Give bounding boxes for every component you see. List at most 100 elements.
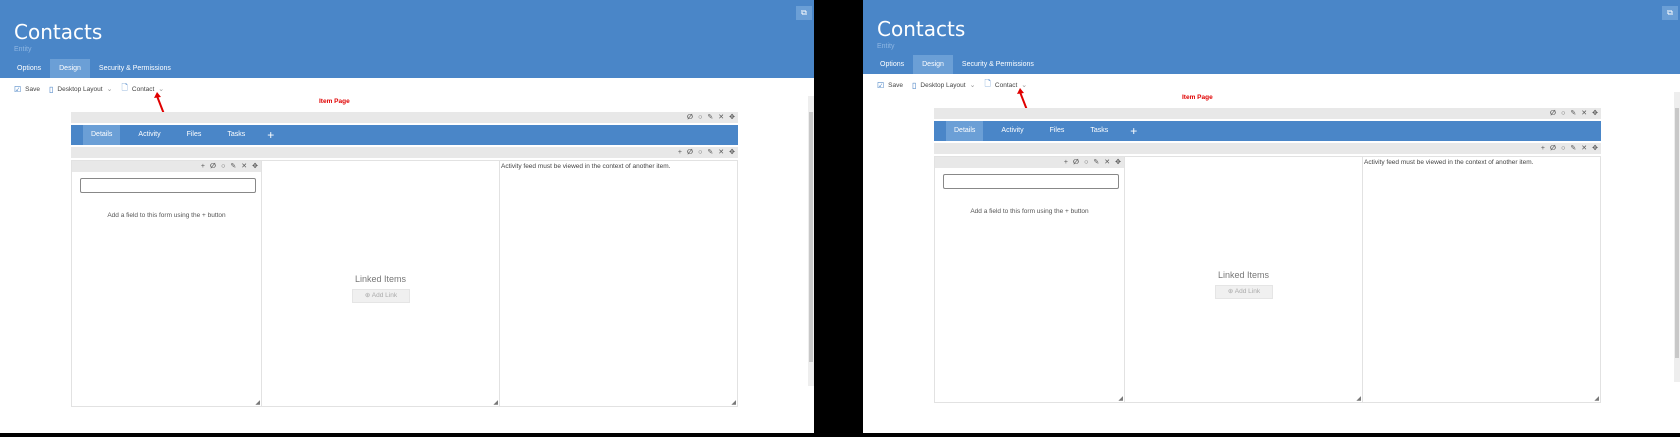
- eye-off-icon[interactable]: ⵁ: [210, 161, 216, 172]
- add-circle-icon: ⊕: [1227, 288, 1235, 295]
- form-column: + ⵁ ○ ✎ ✕ ✥ Add a field to this form using th…: [71, 160, 262, 407]
- save-label: Save: [25, 85, 40, 93]
- pencil-icon[interactable]: ✎: [707, 112, 713, 123]
- move-icon[interactable]: ✥: [1115, 157, 1121, 168]
- tab-design[interactable]: Design: [50, 59, 90, 78]
- vertical-scrollbar[interactable]: [1674, 92, 1680, 382]
- activity-column: Activity feed must be viewed in the cont…: [499, 160, 738, 407]
- tab-security[interactable]: Security & Permissions: [953, 55, 1043, 74]
- scrollbar-thumb[interactable]: [1675, 108, 1679, 358]
- eye-off-icon[interactable]: ⵁ: [1550, 143, 1556, 154]
- chevron-down-icon: ⌄: [106, 86, 113, 93]
- edit-window-icon[interactable]: ⧉: [796, 6, 812, 20]
- layout-label: Desktop Layout: [920, 81, 966, 89]
- circle-icon[interactable]: ○: [1561, 108, 1565, 119]
- designer-tab-details[interactable]: Details: [946, 121, 984, 141]
- resize-handle-icon[interactable]: ◢: [1118, 395, 1123, 402]
- designer-tabstrip: Details Activity Files Tasks +: [71, 125, 738, 145]
- resize-handle-icon[interactable]: ◢: [255, 399, 260, 406]
- save-button[interactable]: ☑ Save: [877, 81, 903, 90]
- close-icon[interactable]: ✕: [241, 161, 247, 172]
- pencil-icon[interactable]: ✎: [1570, 108, 1576, 119]
- close-icon[interactable]: ✕: [718, 147, 724, 158]
- circle-icon[interactable]: ○: [698, 147, 702, 158]
- resize-handle-icon[interactable]: ◢: [1356, 395, 1361, 402]
- add-field-hint: Add a field to this form using the + but…: [970, 208, 1089, 215]
- tab-options[interactable]: Options: [871, 55, 913, 74]
- activity-column: Activity feed must be viewed in the cont…: [1362, 156, 1601, 403]
- eye-off-icon[interactable]: ⵁ: [1550, 108, 1556, 119]
- tab-design[interactable]: Design: [913, 55, 953, 74]
- scrollbar-thumb[interactable]: [809, 112, 813, 362]
- eye-off-icon[interactable]: ⵁ: [687, 147, 693, 158]
- resize-handle-icon[interactable]: ◢: [731, 399, 736, 406]
- close-icon[interactable]: ✕: [1581, 143, 1587, 154]
- close-icon[interactable]: ✕: [1581, 108, 1587, 119]
- designer-tab-activity[interactable]: Activity: [130, 125, 168, 145]
- form-field-placeholder[interactable]: [943, 174, 1119, 189]
- designer-tab-files[interactable]: Files: [1042, 121, 1073, 141]
- control-icons: + ⵁ ○ ✎ ✕ ✥: [1541, 143, 1598, 154]
- designer-tab-activity[interactable]: Activity: [993, 121, 1031, 141]
- control-icons: + ⵁ ○ ✎ ✕ ✥: [201, 161, 258, 172]
- plus-icon[interactable]: +: [678, 147, 682, 158]
- page-title: Contacts: [14, 20, 103, 44]
- designer-tab-tasks[interactable]: Tasks: [1082, 121, 1116, 141]
- toolbar: ☑ Save ▯ Desktop Layout ⌄ 🗋 Contact ⌄: [877, 78, 1036, 92]
- circle-icon[interactable]: ○: [698, 112, 702, 123]
- move-icon[interactable]: ✥: [1592, 108, 1598, 119]
- form-field-placeholder[interactable]: [80, 178, 256, 193]
- add-field-hint: Add a field to this form using the + but…: [107, 212, 226, 219]
- eye-off-icon[interactable]: ⵁ: [687, 112, 693, 123]
- plus-icon[interactable]: +: [1541, 143, 1545, 154]
- circle-icon[interactable]: ○: [221, 161, 225, 172]
- add-tab-icon[interactable]: +: [267, 128, 274, 142]
- save-button[interactable]: ☑ Save: [14, 85, 40, 94]
- tab-security[interactable]: Security & Permissions: [90, 59, 180, 78]
- designer-tab-tasks[interactable]: Tasks: [219, 125, 253, 145]
- form-designer: ⵁ ○ ✎ ✕ ✥ Details Activity Files Tasks + + ⵁ ○ ✎ ✕ ✥ …: [71, 112, 738, 408]
- resize-handle-icon[interactable]: ◢: [1594, 395, 1599, 402]
- add-link-label: Add Link: [1234, 288, 1261, 295]
- layout-dropdown[interactable]: ▯ Desktop Layout ⌄: [912, 81, 975, 90]
- linked-items-title: Linked Items: [1217, 270, 1270, 280]
- designer-tab-files[interactable]: Files: [179, 125, 210, 145]
- app-header: Contacts Entity Options Design Security & …: [863, 0, 1680, 74]
- linked-items-title: Linked Items: [354, 274, 407, 284]
- eye-off-icon[interactable]: ⵁ: [1073, 157, 1079, 168]
- move-icon[interactable]: ✥: [1592, 143, 1598, 154]
- tab-options[interactable]: Options: [8, 59, 50, 78]
- pencil-icon[interactable]: ✎: [1093, 157, 1099, 168]
- layout-dropdown[interactable]: ▯ Desktop Layout ⌄: [49, 85, 112, 94]
- field-control-bar: + ⵁ ○ ✎ ✕ ✥: [72, 161, 261, 172]
- plus-icon[interactable]: +: [1064, 157, 1068, 168]
- add-link-label: Add Link: [371, 292, 398, 299]
- move-icon[interactable]: ✥: [729, 147, 735, 158]
- close-icon[interactable]: ✕: [718, 112, 724, 123]
- designer-tab-details[interactable]: Details: [83, 125, 121, 145]
- add-tab-icon[interactable]: +: [1130, 124, 1137, 138]
- pencil-icon[interactable]: ✎: [707, 147, 713, 158]
- tabs-control-bar: ⵁ ○ ✎ ✕ ✥: [71, 112, 738, 123]
- section-control-bar: + ⵁ ○ ✎ ✕ ✥: [934, 143, 1601, 154]
- circle-icon[interactable]: ○: [1561, 143, 1565, 154]
- edit-window-icon[interactable]: ⧉: [1662, 6, 1678, 20]
- save-icon: ☑: [14, 84, 22, 94]
- add-circle-icon: ⊕: [364, 292, 372, 299]
- layout-icon: ▯: [912, 80, 917, 90]
- circle-icon[interactable]: ○: [1084, 157, 1088, 168]
- add-link-button[interactable]: ⊕ Add Link: [352, 289, 410, 303]
- resize-handle-icon[interactable]: ◢: [493, 399, 498, 406]
- plus-icon[interactable]: +: [201, 161, 205, 172]
- layout-icon: ▯: [49, 84, 54, 94]
- linked-items-column: Linked Items ⊕ Add Link ◢: [261, 160, 500, 407]
- move-icon[interactable]: ✥: [252, 161, 258, 172]
- save-icon: ☑: [877, 80, 885, 90]
- vertical-scrollbar[interactable]: [808, 96, 814, 386]
- close-icon[interactable]: ✕: [1104, 157, 1110, 168]
- move-icon[interactable]: ✥: [729, 112, 735, 123]
- browser-window: Contacts Entity Options Design Security & …: [0, 0, 814, 433]
- pencil-icon[interactable]: ✎: [230, 161, 236, 172]
- pencil-icon[interactable]: ✎: [1570, 143, 1576, 154]
- add-link-button[interactable]: ⊕ Add Link: [1215, 285, 1273, 299]
